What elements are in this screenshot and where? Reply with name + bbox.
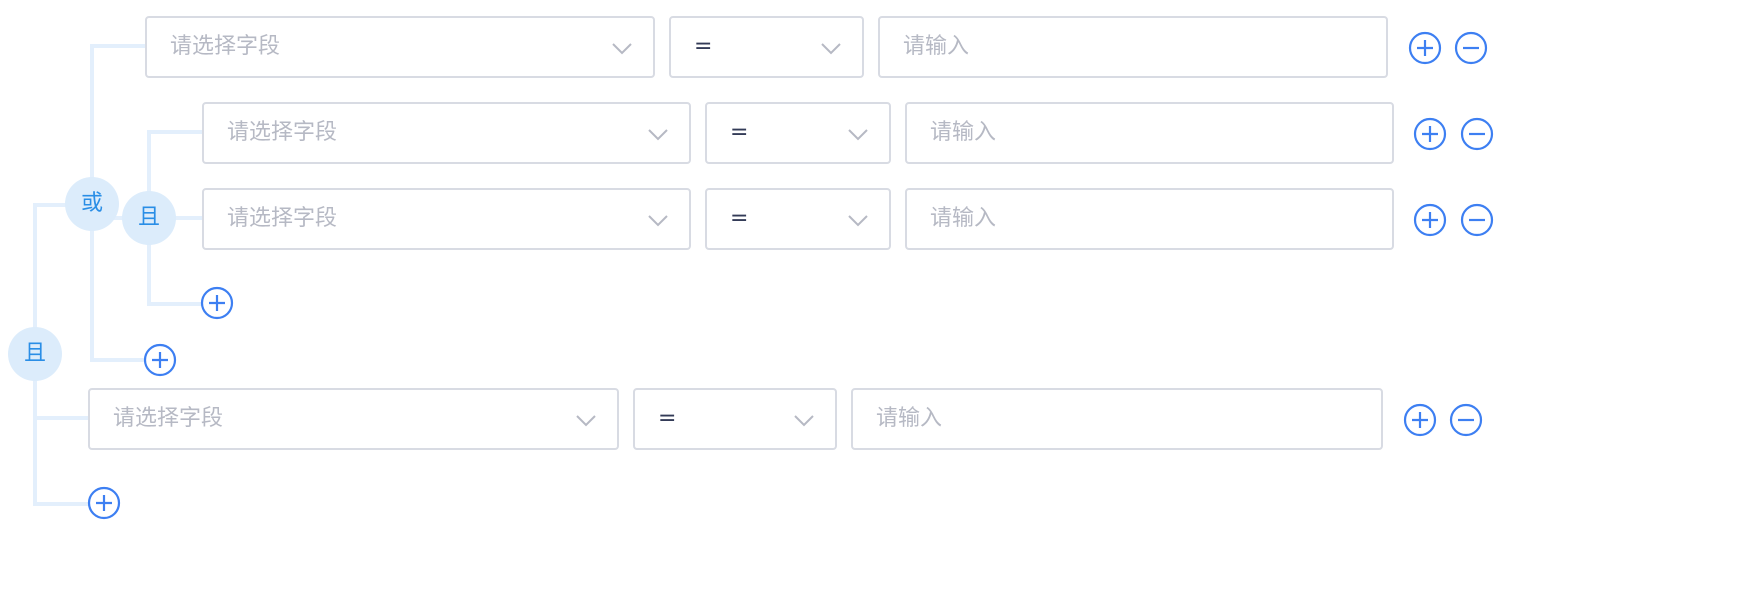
connector-line [147, 130, 203, 134]
value-input[interactable]: 请输入 [905, 188, 1394, 250]
value-input[interactable]: 请输入 [851, 388, 1383, 450]
field-select-placeholder: 请选择字段 [170, 34, 281, 59]
operator-value: = [694, 34, 713, 59]
operator-select[interactable]: = [633, 388, 837, 450]
field-select[interactable]: 请选择字段 [202, 188, 691, 250]
operator-select[interactable]: = [705, 188, 891, 250]
value-input-placeholder: 请输入 [903, 34, 970, 59]
chevron-down-icon [612, 43, 632, 55]
value-input-placeholder: 请输入 [930, 120, 997, 145]
chevron-down-icon [794, 415, 814, 427]
operator-select[interactable]: = [705, 102, 891, 164]
chevron-down-icon [848, 129, 868, 141]
remove-condition-button[interactable] [1449, 403, 1483, 437]
plus-circle-icon [1408, 31, 1442, 65]
add-condition-or-group-button[interactable] [143, 343, 177, 377]
connector-line [90, 358, 146, 362]
add-condition-nested-group-button[interactable] [200, 286, 234, 320]
chevron-down-icon [848, 215, 868, 227]
condition-builder: 且 或 且 请选择字段 = 请输入 请选择字段 = 请输入 请选择字段 = 请输… [0, 0, 1756, 616]
logic-toggle-and-root[interactable]: 且 [8, 327, 62, 381]
logic-toggle-and-nested[interactable]: 且 [122, 191, 176, 245]
plus-circle-icon [1413, 117, 1447, 151]
field-select[interactable]: 请选择字段 [202, 102, 691, 164]
add-condition-button[interactable] [1403, 403, 1437, 437]
value-input[interactable]: 请输入 [878, 16, 1388, 78]
connector-line [33, 416, 89, 420]
operator-value: = [730, 206, 749, 231]
connector-line [90, 44, 146, 48]
connector-line [147, 302, 203, 306]
chevron-down-icon [576, 415, 596, 427]
value-input-placeholder: 请输入 [930, 206, 997, 231]
remove-condition-button[interactable] [1460, 203, 1494, 237]
value-input-placeholder: 请输入 [876, 406, 943, 431]
remove-condition-button[interactable] [1460, 117, 1494, 151]
field-select[interactable]: 请选择字段 [88, 388, 619, 450]
field-select-placeholder: 请选择字段 [113, 406, 224, 431]
value-input[interactable]: 请输入 [905, 102, 1394, 164]
field-select[interactable]: 请选择字段 [145, 16, 655, 78]
logic-toggle-or[interactable]: 或 [65, 177, 119, 231]
operator-value: = [658, 406, 677, 431]
plus-circle-icon [1413, 203, 1447, 237]
plus-circle-icon [87, 486, 121, 520]
add-condition-button[interactable] [1408, 31, 1442, 65]
minus-circle-icon [1454, 31, 1488, 65]
add-condition-button[interactable] [1413, 117, 1447, 151]
add-condition-button[interactable] [1413, 203, 1447, 237]
chevron-down-icon [648, 215, 668, 227]
chevron-down-icon [648, 129, 668, 141]
field-select-placeholder: 请选择字段 [227, 206, 338, 231]
operator-select[interactable]: = [669, 16, 864, 78]
plus-circle-icon [1403, 403, 1437, 437]
minus-circle-icon [1460, 117, 1494, 151]
field-select-placeholder: 请选择字段 [227, 120, 338, 145]
plus-circle-icon [200, 286, 234, 320]
remove-condition-button[interactable] [1454, 31, 1488, 65]
plus-circle-icon [143, 343, 177, 377]
chevron-down-icon [821, 43, 841, 55]
connector-line [33, 502, 89, 506]
add-condition-root-button[interactable] [87, 486, 121, 520]
minus-circle-icon [1460, 203, 1494, 237]
operator-value: = [730, 120, 749, 145]
minus-circle-icon [1449, 403, 1483, 437]
